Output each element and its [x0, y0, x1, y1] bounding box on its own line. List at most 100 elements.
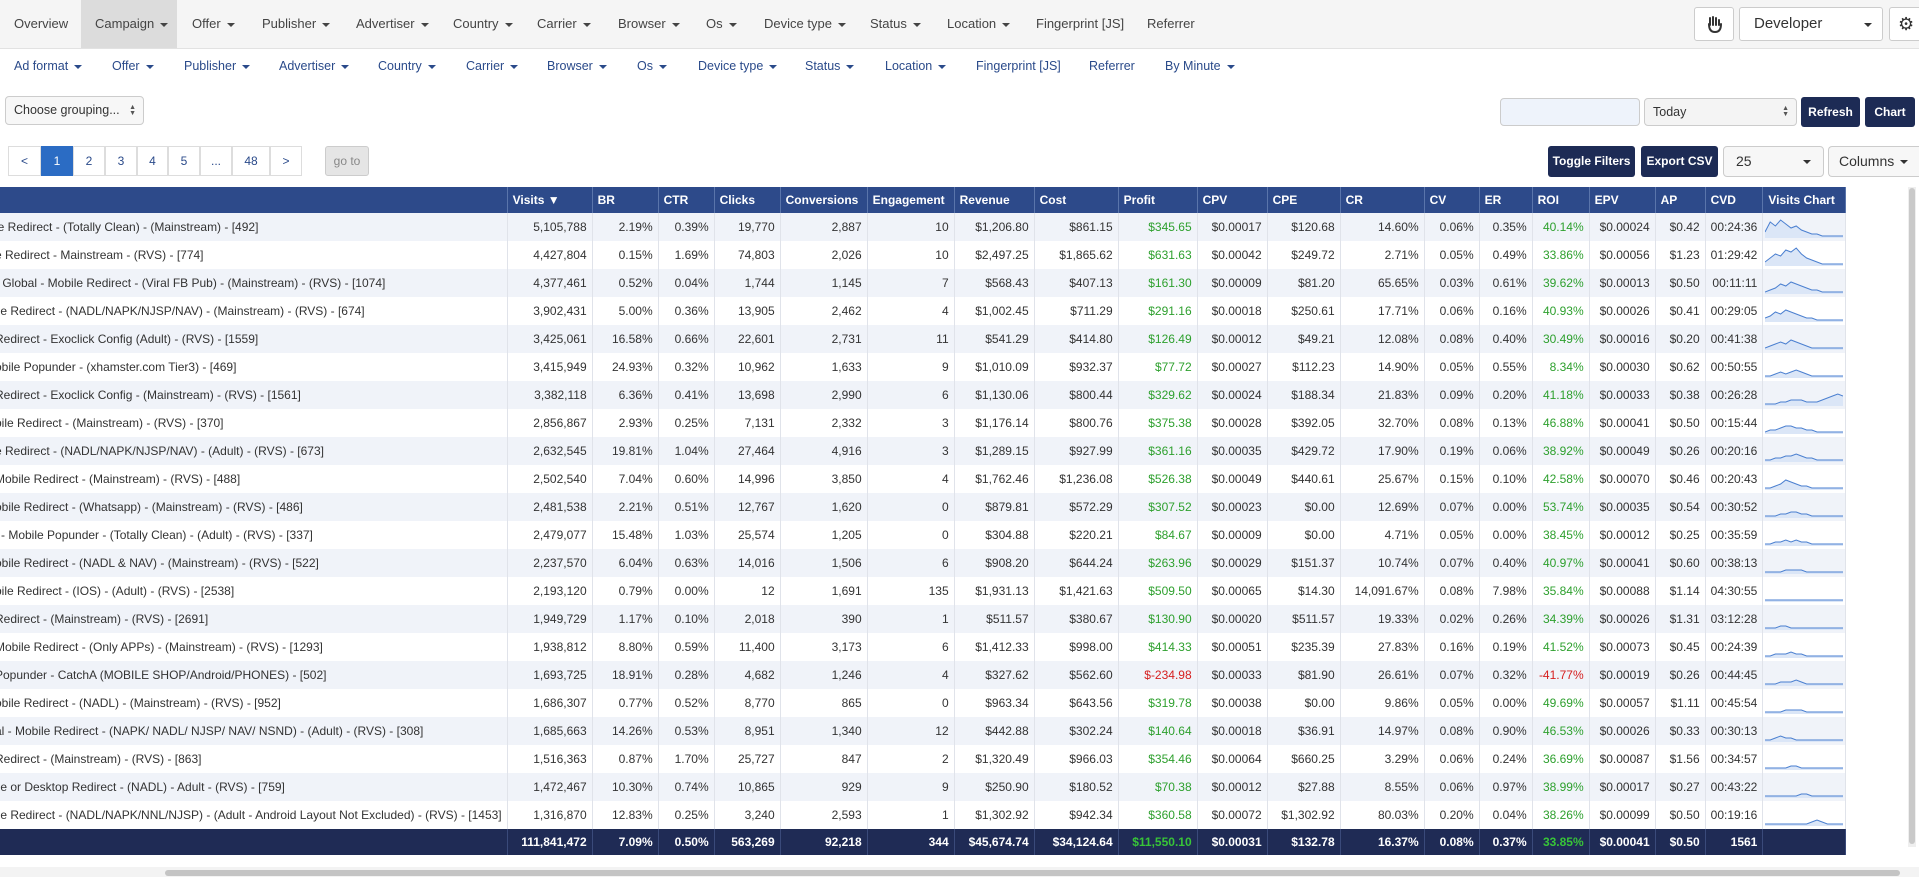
filter-os[interactable]: Os [637, 59, 667, 73]
filter-location[interactable]: Location [885, 59, 947, 73]
table-row[interactable]: Redirect - (Mainstream) - (RVS) - [863] 1… [0, 745, 1847, 773]
col-header[interactable]: CPE [1267, 187, 1341, 213]
filter-referrer[interactable]: Referrer [1089, 59, 1135, 73]
nav-fingerprint[interactable]: Fingerprint [JS] [1036, 0, 1124, 48]
col-header[interactable]: Clicks [714, 187, 781, 213]
table-row[interactable]: Redirect - Exoclick Config - (Mainstream… [0, 381, 1847, 409]
nav-advertiser[interactable]: Advertiser [356, 0, 429, 48]
export-csv-button[interactable]: Export CSV [1641, 146, 1718, 177]
filter-ad-format[interactable]: Ad format [14, 59, 83, 73]
table-row[interactable]: obile Redirect - (NADL) - (Mainstream) -… [0, 689, 1847, 717]
filter-carrier[interactable]: Carrier [466, 59, 519, 73]
nav-browser[interactable]: Browser [618, 0, 680, 48]
nav-carrier[interactable]: Carrier [537, 0, 591, 48]
table-row[interactable]: Mobile Redirect - (Only APPs) - (Mainstr… [0, 633, 1847, 661]
campaign-name-cell[interactable]: bile Redirect - (Mainstream) - (RVS) - [… [0, 409, 508, 437]
refresh-button[interactable]: Refresh [1801, 97, 1860, 127]
col-header[interactable]: Profit [1118, 187, 1198, 213]
nav-os[interactable]: Os [706, 0, 737, 48]
campaign-name-cell[interactable]: obile Redirect - (NADL) - (Mainstream) -… [0, 689, 508, 717]
nav-status[interactable]: Status [870, 0, 921, 48]
filter-fingerprint[interactable]: Fingerprint [JS] [976, 59, 1061, 73]
date-input[interactable] [1500, 98, 1640, 126]
nav-overview[interactable]: Overview [0, 0, 82, 48]
col-header[interactable]: EPV [1589, 187, 1656, 213]
filter-status[interactable]: Status [805, 59, 855, 73]
col-header[interactable]: CVD [1705, 187, 1764, 213]
page-48[interactable]: 48 [232, 146, 270, 176]
col-header[interactable]: CTR [658, 187, 715, 213]
horizontal-scrollbar-thumb[interactable] [165, 870, 1900, 876]
page-4[interactable]: 4 [137, 146, 168, 176]
page-3[interactable]: 3 [105, 146, 137, 176]
filter-browser[interactable]: Browser [547, 59, 607, 73]
page-prev[interactable]: < [8, 146, 41, 176]
filter-publisher[interactable]: Publisher [184, 59, 251, 73]
table-row[interactable]: Redirect - (Mainstream) - (RVS) - [2691]… [0, 605, 1847, 633]
table-row[interactable]: obile Popunder - (xhamster.com Tier3) - … [0, 353, 1847, 381]
campaign-name-cell[interactable]: al - Mobile Redirect - (NAPK/ NADL/ NJSP… [0, 717, 508, 745]
col-header[interactable]: Visits ▼ [507, 187, 593, 213]
campaign-name-cell[interactable]: Redirect - (Mainstream) - (RVS) - [2691] [0, 605, 508, 633]
goto-button[interactable]: go to [325, 146, 369, 176]
table-row[interactable]: Mobile Redirect - (Mainstream) - (RVS) -… [0, 465, 1847, 493]
table-row[interactable]: e Redirect - Mainstream - (RVS) - [774] 4… [0, 241, 1847, 269]
table-row[interactable]: Popunder - CatchA (MOBILE SHOP/Android/P… [0, 661, 1847, 689]
table-row[interactable]: bile Redirect - (IOS) - (Adult) - (RVS) … [0, 577, 1847, 605]
campaign-name-cell[interactable]: Mobile Redirect - (Only APPs) - (Mainstr… [0, 633, 508, 661]
table-row[interactable]: al - Mobile Redirect - (NAPK/ NADL/ NJSP… [0, 717, 1847, 745]
nav-country[interactable]: Country [453, 0, 513, 48]
table-row[interactable]: ile Redirect - (NADL/NAPK/NJSP/NAV) - (M… [0, 297, 1847, 325]
campaign-name-cell[interactable]: obile Redirect - (Whatsapp) - (Mainstrea… [0, 493, 508, 521]
campaign-name-cell[interactable]: e Redirect - (NADL/NAPK/NJSP/NAV) - (Adu… [0, 437, 508, 465]
campaign-name-cell[interactable]: ile Redirect - (NADL/NAPK/NNL/NJSP) - (A… [0, 801, 508, 829]
table-row[interactable]: obile Redirect - (NADL & NAV) - (Mainstr… [0, 549, 1847, 577]
vertical-scrollbar-thumb[interactable] [1909, 188, 1915, 844]
page-2[interactable]: 2 [73, 146, 105, 176]
table-row[interactable]: Redirect - Exoclick Config (Adult) - (RV… [0, 325, 1847, 353]
campaign-name-cell[interactable]: - Global - Mobile Redirect - (Viral FB P… [0, 269, 508, 297]
campaign-name-cell[interactable]: e Redirect - Mainstream - (RVS) - [774] [0, 241, 508, 269]
table-row[interactable]: - Global - Mobile Redirect - (Viral FB P… [0, 269, 1847, 297]
campaign-name-cell[interactable]: ile Redirect - (NADL/NAPK/NJSP/NAV) - (M… [0, 297, 508, 325]
filter-country[interactable]: Country [378, 59, 436, 73]
campaign-name-cell[interactable]: Redirect - Exoclick Config (Adult) - (RV… [0, 325, 508, 353]
campaign-name-cell[interactable]: le Redirect - (Totally Clean) - (Mainstr… [0, 213, 508, 241]
campaign-name-cell[interactable]: ile or Desktop Redirect - (NADL) - Adult… [0, 773, 508, 801]
col-header[interactable]: Revenue [954, 187, 1035, 213]
table-row[interactable]: obile Redirect - (Whatsapp) - (Mainstrea… [0, 493, 1847, 521]
nav-referrer[interactable]: Referrer [1147, 0, 1195, 48]
page-5[interactable]: 5 [168, 146, 200, 176]
date-range-select[interactable]: Today ▲ ▼ [1644, 98, 1797, 126]
page-next[interactable]: > [270, 146, 302, 176]
campaign-name-cell[interactable]: obile Popunder - (xhamster.com Tier3) - … [0, 353, 508, 381]
filter-by-minute[interactable]: By Minute [1165, 59, 1235, 73]
col-header[interactable]: Cost [1034, 187, 1119, 213]
nav-offer[interactable]: Offer [192, 0, 235, 48]
grouping-select[interactable]: Choose grouping... ▲ ▼ [5, 96, 144, 125]
campaign-name-cell[interactable]: Popunder - CatchA (MOBILE SHOP/Android/P… [0, 661, 508, 689]
col-header[interactable]: CPV [1197, 187, 1268, 213]
nav-publisher[interactable]: Publisher [262, 0, 331, 48]
clear-cache-button[interactable] [1694, 7, 1734, 41]
campaign-name-cell[interactable]: l - Mobile Popunder - (Totally Clean) - … [0, 521, 508, 549]
table-row[interactable]: ile or Desktop Redirect - (NADL) - Adult… [0, 773, 1847, 801]
per-page-select[interactable]: 25 [1723, 146, 1824, 177]
toggle-filters-button[interactable]: Toggle Filters [1548, 146, 1635, 177]
table-row[interactable]: le Redirect - (Totally Clean) - (Mainstr… [0, 213, 1847, 241]
col-header[interactable]: Conversions [780, 187, 868, 213]
col-header[interactable]: CR [1340, 187, 1425, 213]
columns-button[interactable]: Columns [1828, 146, 1919, 177]
col-header[interactable]: ROI [1532, 187, 1590, 213]
col-header[interactable]: Engagement [867, 187, 955, 213]
table-row[interactable]: l - Mobile Popunder - (Totally Clean) - … [0, 521, 1847, 549]
settings-dropdown[interactable]: ⚙ [1889, 7, 1919, 41]
table-row[interactable]: e Redirect - (NADL/NAPK/NJSP/NAV) - (Adu… [0, 437, 1847, 465]
col-header[interactable]: ER [1479, 187, 1533, 213]
filter-advertiser[interactable]: Advertiser [279, 59, 350, 73]
table-row[interactable]: ile Redirect - (NADL/NAPK/NNL/NJSP) - (A… [0, 801, 1847, 829]
campaign-name-cell[interactable]: Redirect - (Mainstream) - (RVS) - [863] [0, 745, 508, 773]
filter-device-type[interactable]: Device type [698, 59, 778, 73]
campaign-name-cell[interactable]: Redirect - Exoclick Config - (Mainstream… [0, 381, 508, 409]
col-header-name[interactable] [0, 187, 508, 213]
